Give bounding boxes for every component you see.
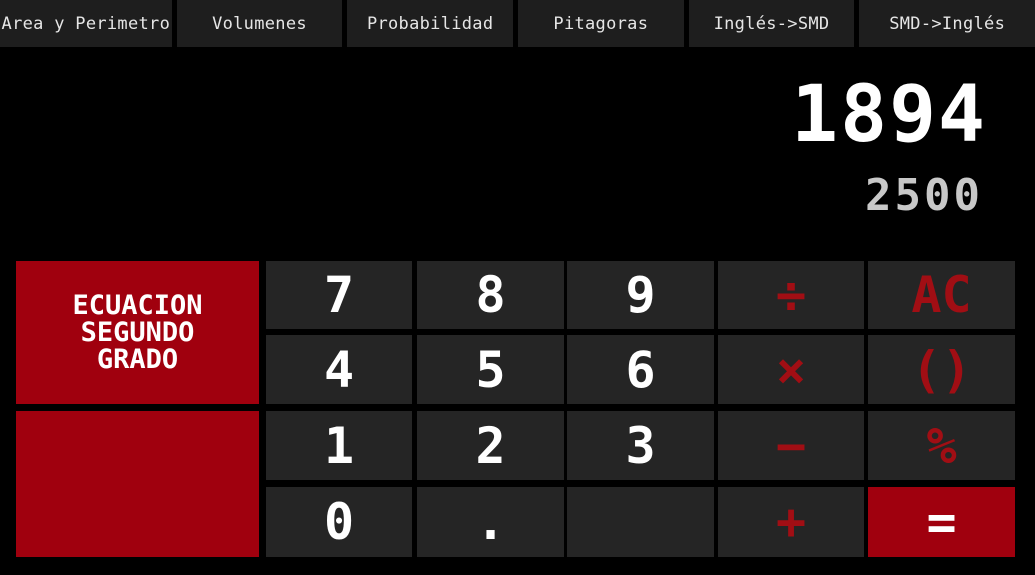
blank-red-button[interactable] <box>16 411 259 557</box>
secondary-result: 2500 <box>865 170 983 221</box>
add-button[interactable]: + <box>718 487 864 557</box>
tab-ingles-smd[interactable]: Inglés->SMD <box>688 0 855 47</box>
parentheses-button[interactable]: () <box>868 335 1015 404</box>
tab-volumenes[interactable]: Volumenes <box>176 0 343 47</box>
calculator-display: 1894 2500 <box>0 48 1035 254</box>
tab-pitagoras[interactable]: Pitagoras <box>518 0 684 47</box>
keypad: ECUACION SEGUNDO GRADO 7 8 9 ÷ AC 4 5 6 … <box>16 261 1016 557</box>
key-9[interactable]: 9 <box>567 261 714 329</box>
key-0[interactable]: 0 <box>266 487 412 557</box>
quadratic-equation-button[interactable]: ECUACION SEGUNDO GRADO <box>16 261 259 404</box>
key-8[interactable]: 8 <box>417 261 564 329</box>
key-2[interactable]: 2 <box>417 411 564 480</box>
tab-probabilidad[interactable]: Probabilidad <box>347 0 513 47</box>
tab-bar: Area y Perimetro Volumenes Probabilidad … <box>0 0 1035 48</box>
key-1[interactable]: 1 <box>266 411 412 480</box>
main-result: 1894 <box>791 70 987 160</box>
key-7[interactable]: 7 <box>266 261 412 329</box>
blank-key[interactable] <box>567 487 714 557</box>
key-3[interactable]: 3 <box>567 411 714 480</box>
tab-smd-ingles[interactable]: SMD->Inglés <box>859 0 1035 47</box>
tab-area-perimetro[interactable]: Area y Perimetro <box>0 0 172 47</box>
multiply-button[interactable]: × <box>718 335 864 404</box>
divide-button[interactable]: ÷ <box>718 261 864 329</box>
percent-button[interactable]: % <box>868 411 1015 480</box>
key-4[interactable]: 4 <box>266 335 412 404</box>
equals-button[interactable]: = <box>868 487 1015 557</box>
key-6[interactable]: 6 <box>567 335 714 404</box>
key-5[interactable]: 5 <box>417 335 564 404</box>
subtract-button[interactable]: − <box>718 411 864 480</box>
clear-button[interactable]: AC <box>868 261 1015 329</box>
decimal-point-button[interactable]: . <box>417 487 564 557</box>
